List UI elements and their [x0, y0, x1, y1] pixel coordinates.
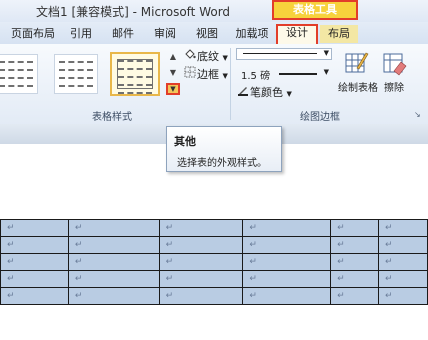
table-cell[interactable]: ↵	[67, 219, 160, 237]
table-cell[interactable]: ↵	[0, 219, 69, 237]
shading-button[interactable]: 底纹 ▼	[183, 48, 228, 64]
borders-button[interactable]: 边框 ▼	[183, 66, 228, 82]
line-weight-value: 1.5 磅	[241, 71, 271, 82]
tab-references[interactable]: 引用	[66, 25, 96, 43]
tooltip-title: 其他	[174, 135, 196, 148]
draw-table-label: 绘制表格	[338, 83, 378, 94]
tab-mailings[interactable]: 邮件	[108, 25, 138, 43]
tab-view[interactable]: 视图	[192, 25, 222, 43]
tab-review[interactable]: 审阅	[150, 25, 180, 43]
paint-bucket-icon	[183, 48, 197, 63]
gallery-more-button[interactable]: ▼	[166, 83, 180, 95]
table-cell[interactable]: ↵	[158, 253, 244, 271]
table-cell[interactable]: ↵	[67, 253, 160, 271]
table-cell[interactable]: ↵	[242, 253, 332, 271]
group-divider	[230, 48, 231, 120]
table-style-option-selected[interactable]	[110, 52, 160, 96]
line-style-dropdown[interactable]: ▼	[236, 48, 332, 60]
title-bar: 文档1 [兼容模式] - Microsoft Word 表格工具	[0, 0, 428, 22]
table-row: ↵ ↵ ↵ ↵ ↵ ↵	[0, 270, 428, 288]
tab-layout[interactable]: 布局	[320, 25, 358, 43]
tab-page-layout[interactable]: 页面布局	[8, 25, 58, 43]
eraser-button[interactable]: 擦除	[380, 50, 408, 94]
document-table[interactable]: ↵ ↵ ↵ ↵ ↵ ↵ ↵ ↵ ↵ ↵ ↵ ↵ ↵ ↵ ↵ ↵ ↵ ↵ ↵ ↵ …	[0, 219, 428, 305]
table-cell[interactable]: ↵	[0, 253, 69, 271]
table-row: ↵ ↵ ↵ ↵ ↵ ↵	[0, 253, 428, 271]
ribbon-tabs: 页面布局 引用 邮件 审阅 视图 加载项 设计 布局	[0, 22, 428, 46]
pen-color-button[interactable]: 笔颜色 ▼	[236, 84, 292, 100]
pen-icon	[236, 84, 250, 99]
line-weight-dropdown[interactable]: 1.5 磅 ▼	[236, 66, 332, 82]
table-cell[interactable]: ↵	[378, 270, 428, 288]
more-styles-tooltip: 其他 选择表的外观样式。	[166, 126, 282, 172]
eraser-icon	[381, 50, 407, 76]
table-cell[interactable]: ↵	[67, 270, 160, 288]
window-title: 文档1 [兼容模式] - Microsoft Word	[36, 5, 231, 19]
table-style-option[interactable]	[0, 54, 38, 94]
table-cell[interactable]: ↵	[0, 236, 69, 254]
table-row: ↵ ↵ ↵ ↵ ↵ ↵	[0, 287, 428, 305]
table-cell[interactable]: ↵	[158, 287, 244, 305]
table-row: ↵ ↵ ↵ ↵ ↵ ↵	[0, 236, 428, 254]
tab-design[interactable]: 设计	[276, 24, 318, 46]
table-cell[interactable]: ↵	[378, 253, 428, 271]
table-cell[interactable]: ↵	[158, 219, 244, 237]
borders-label: 边框	[197, 68, 219, 81]
border-grid-icon	[183, 66, 197, 81]
table-cell[interactable]: ↵	[330, 270, 380, 288]
gallery-scroll-down-icon[interactable]: ▼	[167, 66, 179, 79]
table-cell[interactable]: ↵	[330, 219, 380, 237]
table-cell[interactable]: ↵	[378, 236, 428, 254]
ribbon: ▲ ▼ ▼ 底纹 ▼ 边框 ▼ 表格样式 ▼ 1.5 磅 ▼ 笔颜色 ▼ 绘制表…	[0, 44, 428, 125]
table-row: ↵ ↵ ↵ ↵ ↵ ↵	[0, 219, 428, 237]
table-cell[interactable]: ↵	[242, 236, 332, 254]
gallery-scroll-up-icon[interactable]: ▲	[167, 50, 179, 63]
chevron-down-icon: ▼	[222, 54, 228, 62]
table-cell[interactable]: ↵	[242, 219, 332, 237]
table-cell[interactable]: ↵	[330, 287, 380, 305]
draw-borders-group-label: 绘图边框	[300, 112, 340, 123]
table-cell[interactable]: ↵	[158, 236, 244, 254]
dialog-launcher-icon[interactable]: ↘	[414, 110, 421, 119]
table-cell[interactable]: ↵	[330, 253, 380, 271]
table-cell[interactable]: ↵	[67, 236, 160, 254]
chevron-down-icon: ▼	[222, 72, 228, 80]
table-cell[interactable]: ↵	[0, 270, 69, 288]
table-cell[interactable]: ↵	[242, 287, 332, 305]
pen-color-label: 笔颜色	[250, 86, 283, 99]
table-styles-group-label: 表格样式	[92, 112, 132, 123]
chevron-down-icon: ▼	[286, 90, 292, 98]
table-cell[interactable]: ↵	[242, 270, 332, 288]
expand-gallery-icon: ▼	[170, 85, 176, 93]
table-style-option[interactable]	[54, 54, 98, 94]
shading-label: 底纹	[197, 50, 219, 63]
table-cell[interactable]: ↵	[0, 287, 69, 305]
table-cell[interactable]: ↵	[330, 236, 380, 254]
tab-add-ins[interactable]: 加载项	[232, 25, 272, 43]
table-cell[interactable]: ↵	[378, 219, 428, 237]
table-cell[interactable]: ↵	[158, 270, 244, 288]
draw-table-button[interactable]: 绘制表格	[338, 50, 378, 94]
table-cell[interactable]: ↵	[67, 287, 160, 305]
chevron-down-icon: ▼	[323, 49, 329, 57]
table-tools-contextual-tab: 表格工具	[272, 0, 358, 20]
table-cell[interactable]: ↵	[378, 287, 428, 305]
tooltip-description: 选择表的外观样式。	[177, 158, 267, 169]
chevron-down-icon: ▼	[323, 68, 329, 76]
eraser-label: 擦除	[384, 83, 404, 94]
pencil-grid-icon	[343, 50, 369, 76]
